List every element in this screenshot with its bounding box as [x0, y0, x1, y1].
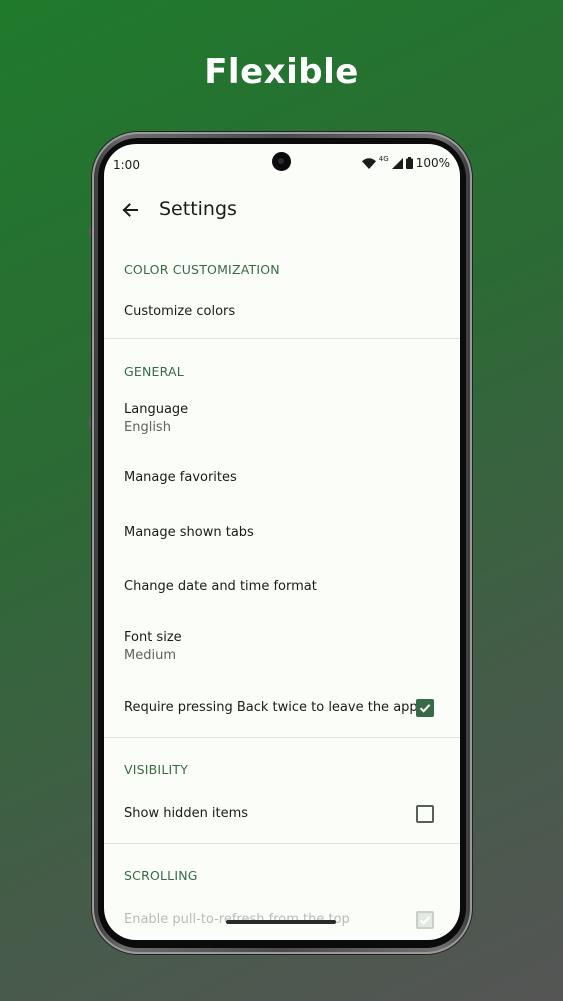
section-divider: [104, 843, 460, 844]
settings-item-show-hidden[interactable]: Show hidden items: [124, 806, 248, 821]
status-time: 1:00: [113, 158, 140, 172]
section-header-scrolling: SCROLLING: [124, 868, 198, 883]
page-title: Settings: [159, 198, 237, 220]
checkmark-icon: [419, 704, 431, 713]
phone-screen: 1:00 4G 100% Settings COLOR CUSTOMIZATIO…: [104, 144, 460, 940]
settings-item-customize-colors[interactable]: Customize colors: [124, 304, 235, 319]
app-bar: Settings: [104, 188, 460, 232]
settings-item-date-format[interactable]: Change date and time format: [124, 579, 317, 594]
network-type-label: 4G: [378, 155, 389, 163]
gesture-nav-handle[interactable]: [226, 920, 336, 924]
section-divider: [104, 737, 460, 738]
front-camera: [272, 152, 291, 171]
settings-item-font-size[interactable]: Font size: [124, 630, 182, 645]
status-icons: 4G 100%: [361, 155, 450, 170]
settings-item-back-twice[interactable]: Require pressing Back twice to leave the…: [124, 700, 418, 715]
checkmark-icon: [419, 916, 431, 925]
back-button[interactable]: [116, 196, 144, 224]
back-twice-checkbox[interactable]: [416, 699, 434, 717]
language-value: English: [124, 420, 171, 435]
show-hidden-checkbox[interactable]: [416, 805, 434, 823]
battery-percent: 100%: [415, 156, 450, 170]
promo-headline: Flexible: [204, 52, 359, 92]
arrow-left-icon: [122, 203, 138, 217]
settings-item-language[interactable]: Language: [124, 402, 188, 417]
settings-item-manage-favorites[interactable]: Manage favorites: [124, 470, 237, 485]
wifi-icon: [361, 157, 376, 169]
battery-icon: [405, 157, 413, 169]
section-divider: [104, 338, 460, 339]
font-size-value: Medium: [124, 648, 176, 663]
settings-item-manage-tabs[interactable]: Manage shown tabs: [124, 525, 254, 540]
status-bar: 1:00 4G 100%: [104, 144, 460, 188]
cell-signal-icon: [391, 157, 403, 169]
section-header-color: COLOR CUSTOMIZATION: [124, 262, 280, 277]
section-header-visibility: VISIBILITY: [124, 762, 189, 777]
section-header-general: GENERAL: [124, 364, 184, 379]
pull-to-refresh-checkbox[interactable]: [416, 911, 434, 929]
